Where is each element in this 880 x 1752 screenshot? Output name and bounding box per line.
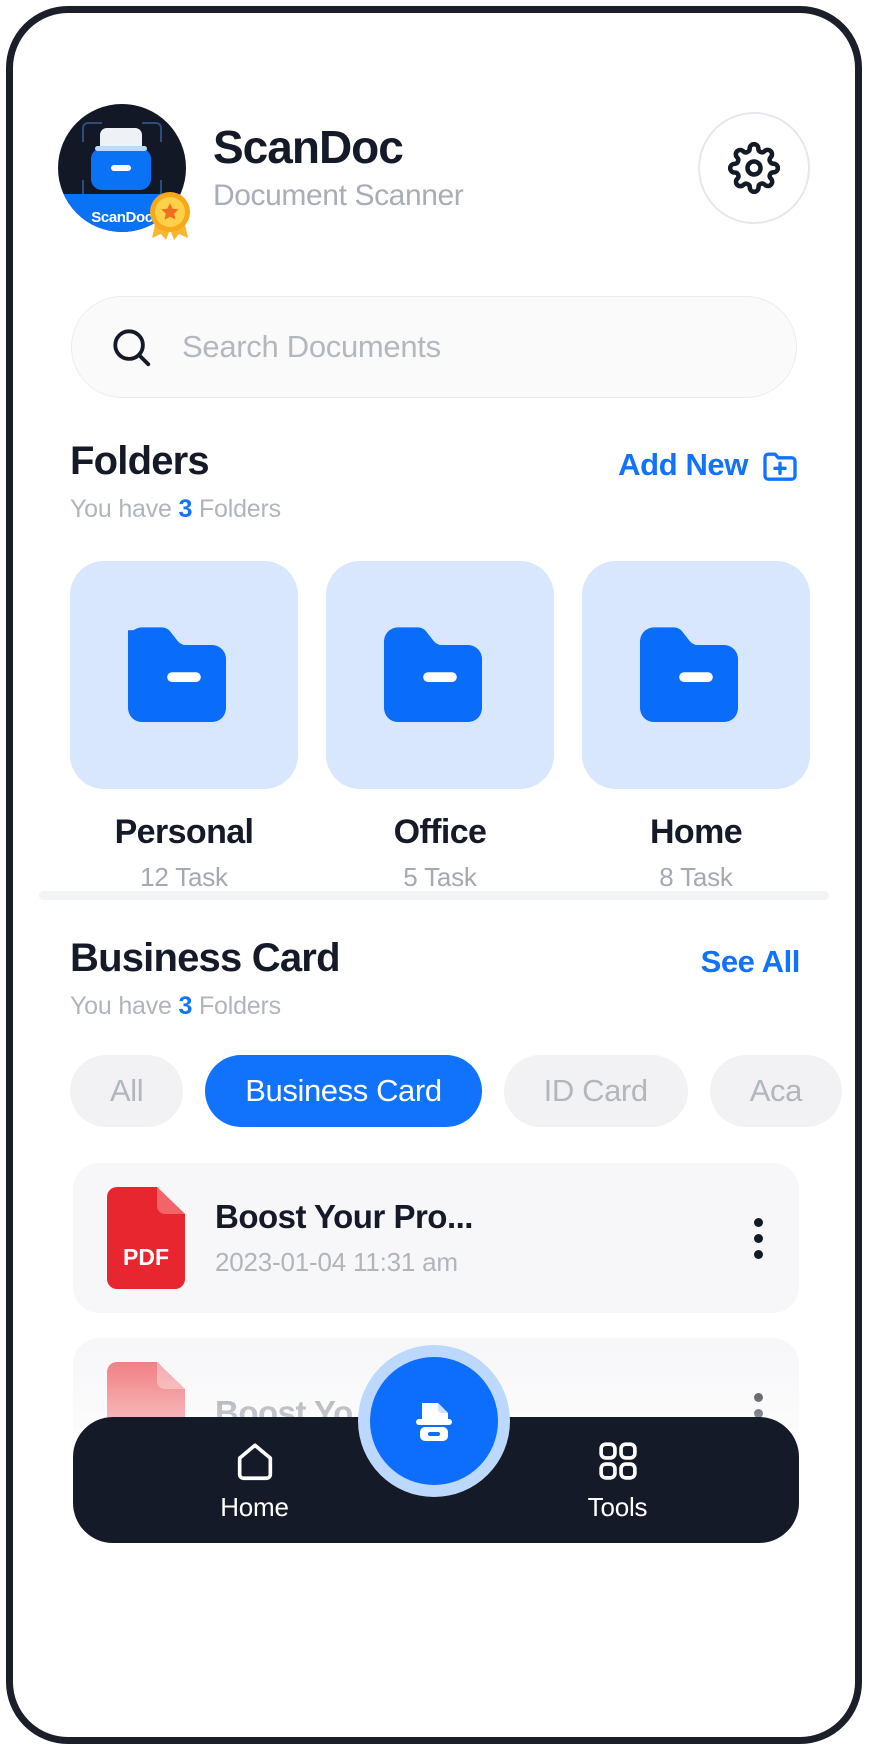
more-vertical-icon (753, 1392, 763, 1402)
add-new-folder-button[interactable]: Add New (618, 445, 800, 485)
folder-task-count: 5 Task (403, 862, 477, 892)
pdf-file-icon: PDF (107, 1187, 185, 1289)
business-subtitle-prefix: You have (70, 992, 179, 1020)
award-badge-icon (150, 192, 190, 240)
folder-tile (582, 561, 810, 789)
app-screen: ScanDoc ScanDoc Document Scanner Search … (0, 0, 880, 1752)
folder-name: Home (649, 813, 743, 851)
folder-tile (70, 561, 298, 789)
folders-title: Folders (70, 439, 210, 483)
settings-button[interactable] (698, 112, 810, 224)
logo-scanner-icon (91, 128, 151, 190)
app-header: ScanDoc ScanDoc Document Scanner (58, 103, 810, 240)
add-new-label: Add New (618, 447, 748, 482)
see-all-button[interactable]: See All (700, 944, 801, 980)
nav-label-tools: Tools (587, 1491, 648, 1522)
folders-subtitle-suffix: Folders (192, 495, 281, 523)
folder-task-count: 8 Task (659, 862, 733, 892)
document-title: Boost Your Pro... (215, 1198, 473, 1235)
folder-icon (640, 627, 738, 723)
search-input[interactable]: Search Documents (71, 296, 797, 398)
filter-chips: All Business Card ID Card Aca (70, 1055, 842, 1127)
folder-plus-icon (763, 452, 797, 481)
app-subtitle: Document Scanner (213, 179, 464, 213)
more-vertical-icon (753, 1217, 763, 1227)
section-divider (39, 891, 829, 900)
home-icon (237, 1442, 272, 1480)
svg-text:PDF: PDF (123, 1244, 169, 1270)
folder-name: Personal (114, 813, 254, 851)
folders-section-header: Folders You have 3 Folders Add New (70, 441, 800, 524)
business-subtitle-suffix: Folders (192, 992, 281, 1020)
filter-chip-id-card[interactable]: ID Card (503, 1055, 688, 1127)
folder-item[interactable]: Home 8 Task (582, 561, 810, 893)
folder-item[interactable]: Office 5 Task (326, 561, 554, 893)
business-count: 3 (178, 992, 193, 1020)
search-icon (113, 329, 151, 367)
page-title: ScanDoc (213, 120, 404, 173)
folder-task-count: 12 Task (140, 862, 228, 892)
app-logo: ScanDoc (58, 104, 190, 240)
document-more-button[interactable] (751, 1217, 765, 1259)
nav-label-home: Home (220, 1491, 289, 1522)
business-card-section-header: Business Card You have 3 Folders See All (70, 938, 800, 1021)
document-date: 2023-01-04 11:31 am (215, 1247, 458, 1277)
folders-count: 3 (178, 495, 193, 523)
gear-icon (728, 142, 780, 194)
business-card-title: Business Card (70, 936, 341, 980)
folders-subtitle-prefix: You have (70, 495, 179, 523)
folder-tile (326, 561, 554, 789)
business-card-subtitle: You have 3 Folders (70, 992, 340, 1021)
document-list-item[interactable]: PDF Boost Your Pro... 2023-01-04 11:31 a… (73, 1163, 799, 1313)
folder-name: Office (393, 813, 487, 851)
folder-icon (384, 627, 482, 723)
scan-fab-button[interactable] (370, 1357, 498, 1485)
see-all-label: See All (700, 944, 801, 979)
document-text: Boost Your Pro... 2023-01-04 11:31 am (215, 1198, 751, 1278)
app-title-block: ScanDoc Document Scanner (213, 120, 464, 213)
search-placeholder: Search Documents (182, 329, 441, 364)
filter-chip-academic[interactable]: Aca (709, 1055, 842, 1127)
filter-chip-all[interactable]: All (70, 1055, 184, 1127)
folder-icon (128, 627, 226, 723)
folders-list: Personal 12 Task Office 5 Task Home 8 Ta… (70, 561, 830, 893)
phone-viewport: ScanDoc ScanDoc Document Scanner Search … (13, 13, 855, 1737)
folders-subtitle: You have 3 Folders (70, 495, 281, 524)
folder-item[interactable]: Personal 12 Task (70, 561, 298, 893)
grid-icon (598, 1441, 637, 1480)
filter-chip-business-card[interactable]: Business Card (205, 1055, 482, 1127)
scanner-icon (416, 1403, 452, 1441)
